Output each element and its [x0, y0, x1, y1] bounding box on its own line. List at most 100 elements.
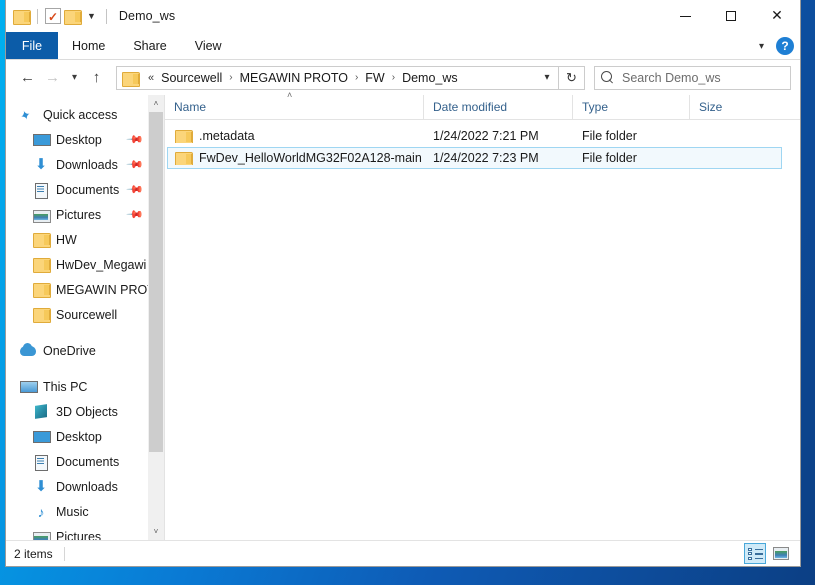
sidebar-item-label: HW	[56, 232, 77, 247]
tab-view[interactable]: View	[181, 32, 236, 59]
file-name-cell: FwDev_HelloWorldMG32F02A128-main	[170, 151, 426, 165]
explorer-content: ✦ Quick access Desktop 📌 ⬇ Downloads 📌 D…	[6, 90, 800, 540]
checkmark-glyph: ✓	[48, 10, 59, 24]
column-header-date-modified[interactable]: Date modified	[423, 94, 572, 120]
breadcrumb[interactable]: « Sourcewell › MEGAWIN PROTO › FW › Demo…	[116, 65, 559, 90]
sidebar-item-pc-documents[interactable]: Documents	[6, 449, 164, 474]
refresh-button[interactable]: ↻	[559, 65, 585, 90]
pin-icon[interactable]: 📌	[126, 155, 145, 174]
status-bar: 2 items	[6, 540, 800, 566]
sidebar-item-hwdev-megawin[interactable]: HwDev_Megawi	[6, 252, 164, 277]
tab-home[interactable]: Home	[58, 32, 119, 59]
file-list-pane: Name ˄ Date modified Type Size .metadata…	[165, 90, 800, 540]
search-input[interactable]: Search Demo_ws	[594, 65, 791, 90]
sidebar-item-label: Quick access	[43, 107, 118, 122]
pin-star-icon: ✦	[17, 105, 34, 124]
minimize-button[interactable]	[662, 0, 708, 32]
downloads-icon: ⬇	[34, 155, 48, 173]
breadcrumb-dropdown-chevron-down-icon[interactable]: ▾	[536, 67, 558, 89]
item-count-label: 2 items	[14, 546, 53, 561]
file-list-rows: .metadata 1/24/2022 7:21 PM File folder …	[165, 120, 800, 169]
desktop-icon	[33, 132, 51, 148]
folder-icon	[175, 129, 193, 143]
sidebar-item-label: Desktop	[56, 132, 102, 147]
breadcrumb-separator-2[interactable]: ›	[351, 72, 362, 83]
sidebar-item-label: MEGAWIN PROT	[56, 282, 155, 297]
nav-group-spacer-2	[6, 363, 164, 374]
sidebar-item-desktop[interactable]: Desktop 📌	[6, 127, 164, 152]
toolbar-divider-2	[105, 8, 107, 24]
details-view-button[interactable]	[744, 543, 766, 564]
column-header-name[interactable]: Name ˄	[165, 90, 423, 120]
sidebar-item-pc-music[interactable]: ♪ Music	[6, 499, 164, 524]
recent-locations-chevron-down-icon[interactable]: ▾	[65, 65, 84, 91]
sidebar-item-label: Pictures	[56, 207, 102, 222]
large-icons-view-button[interactable]	[770, 543, 792, 564]
file-name-label: .metadata	[199, 129, 255, 143]
search-icon	[601, 71, 614, 84]
sidebar-item-this-pc[interactable]: This PC	[6, 374, 164, 399]
sidebar-item-onedrive[interactable]: OneDrive	[6, 338, 164, 363]
sidebar-item-sourcewell[interactable]: Sourcewell	[6, 302, 164, 327]
folder-icon[interactable]	[13, 9, 31, 25]
help-button[interactable]: ?	[776, 37, 794, 55]
column-header-size[interactable]: Size	[689, 94, 767, 120]
folder-icon	[33, 257, 51, 273]
pin-icon[interactable]: 📌	[126, 180, 145, 199]
folder-icon	[33, 282, 51, 298]
window-controls: ✕	[662, 0, 800, 32]
back-button[interactable]: ←	[15, 65, 40, 91]
pin-icon[interactable]: 📌	[126, 130, 145, 149]
column-header-type[interactable]: Type	[572, 94, 689, 120]
breadcrumb-separator-3[interactable]: ›	[388, 72, 399, 83]
status-divider	[63, 546, 65, 561]
scroll-up-arrow-icon[interactable]: ˄	[148, 95, 164, 112]
sidebar-item-documents[interactable]: Documents 📌	[6, 177, 164, 202]
properties-icon[interactable]: ✓	[45, 8, 61, 24]
this-pc-icon	[20, 379, 38, 395]
breadcrumb-overflow-icon[interactable]: «	[144, 72, 158, 84]
scroll-down-arrow-icon[interactable]: ˅	[148, 523, 164, 540]
breadcrumb-item-sourcewell[interactable]: Sourcewell	[158, 71, 225, 85]
sidebar-item-pc-downloads[interactable]: ⬇ Downloads	[6, 474, 164, 499]
3d-objects-icon	[33, 404, 49, 420]
scrollbar-thumb[interactable]	[149, 112, 163, 452]
breadcrumb-item-demo-ws[interactable]: Demo_ws	[399, 71, 461, 85]
maximize-button[interactable]	[708, 0, 754, 32]
breadcrumb-item-megawin-proto[interactable]: MEGAWIN PROTO	[237, 71, 351, 85]
table-row[interactable]: FwDev_HelloWorldMG32F02A128-main 1/24/20…	[167, 147, 782, 169]
sidebar-item-downloads[interactable]: ⬇ Downloads 📌	[6, 152, 164, 177]
sidebar-item-pc-desktop[interactable]: Desktop	[6, 424, 164, 449]
sidebar-item-quick-access[interactable]: ✦ Quick access	[6, 102, 164, 127]
details-view-icon	[747, 547, 763, 560]
customize-chevron-icon[interactable]: ▼	[84, 11, 99, 21]
sidebar-scrollbar[interactable]: ˄ ˅	[148, 95, 164, 540]
sidebar-item-3d-objects[interactable]: 3D Objects	[6, 399, 164, 424]
sidebar-item-megawin-proto[interactable]: MEGAWIN PROT	[6, 277, 164, 302]
sidebar-item-label: OneDrive	[43, 343, 96, 358]
sidebar-item-hw[interactable]: HW	[6, 227, 164, 252]
large-icons-view-icon	[773, 547, 789, 560]
folder-icon	[33, 307, 51, 323]
sidebar-item-pictures[interactable]: Pictures 📌	[6, 202, 164, 227]
column-headers: Name ˄ Date modified Type Size	[165, 90, 800, 120]
expand-ribbon-chevron-down-icon[interactable]: ▾	[756, 41, 767, 52]
sidebar-item-label: Documents	[56, 182, 120, 197]
downloads-icon: ⬇	[34, 477, 48, 495]
tab-share[interactable]: Share	[119, 32, 180, 59]
up-button[interactable]: ↑	[84, 65, 109, 91]
forward-button[interactable]: →	[40, 65, 65, 91]
close-button[interactable]: ✕	[754, 0, 800, 32]
nav-group-spacer	[6, 327, 164, 338]
sidebar-item-label: 3D Objects	[56, 404, 118, 419]
sidebar-item-pc-pictures[interactable]: Pictures	[6, 524, 164, 540]
tab-file[interactable]: File	[6, 32, 58, 59]
new-folder-icon[interactable]	[64, 9, 82, 25]
window-title: Demo_ws	[118, 9, 176, 23]
pin-icon[interactable]: 📌	[126, 205, 145, 224]
breadcrumb-separator-1[interactable]: ›	[225, 72, 236, 83]
table-row[interactable]: .metadata 1/24/2022 7:21 PM File folder	[167, 125, 782, 147]
pictures-icon	[33, 207, 51, 223]
ribbon-right-controls: ▾ ?	[756, 32, 794, 60]
breadcrumb-item-fw[interactable]: FW	[362, 71, 387, 85]
